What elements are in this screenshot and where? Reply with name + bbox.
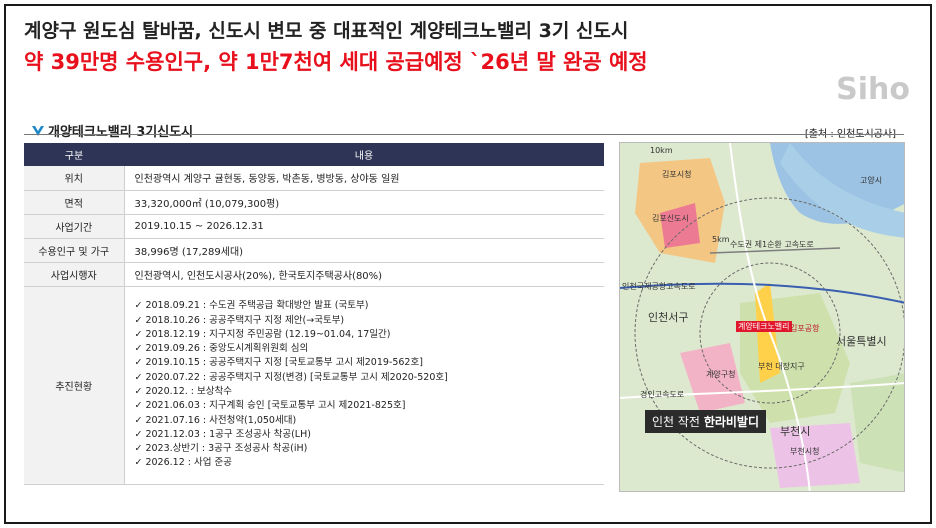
table-header-row: 구분 내용 — [24, 143, 604, 166]
progress-item-text: 2020.12. : 보상착수 — [145, 386, 232, 397]
table-row-progress: 추진현황 ✓ 2018.09.21 : 수도권 주택공급 확대방안 발표 (국토부… — [24, 286, 604, 485]
progress-item: ✓ 2018.10.26 : 공공주택지구 지정 제안(→국토부) — [135, 314, 595, 328]
row-value: 33,320,000㎡ (10,079,300평) — [124, 190, 604, 215]
source-note: [출처 : 인천도시공사] — [805, 125, 896, 140]
table-row: 위치 인천광역시 계양구 귤현동, 동양동, 박촌동, 병방동, 상야동 일원 — [24, 166, 604, 191]
section-title: 개양테크노밸리 3기신도시 — [32, 121, 193, 140]
map-label: 김포신도시 — [652, 214, 689, 223]
progress-item-text: 2018.12.19 : 지구지정 주민공람 (12.19~01.04, 17일… — [145, 328, 391, 340]
row-label: 면적 — [24, 190, 125, 215]
progress-list: ✓ 2018.09.21 : 수도권 주택공급 확대방안 발표 (국토부) ✓ 201… — [135, 299, 595, 471]
banner-highlight: 한라비발디 — [703, 415, 760, 429]
map-label: 부천시 — [780, 425, 811, 438]
banner-prefix: 인천 작전 — [652, 415, 700, 429]
table-row: 면적 33,320,000㎡ (10,079,300평) — [24, 190, 604, 215]
location-map: 김포시청 김포신도시 수도권 제1순환 고속도로 인천국제공항고속도로 인천서구… — [619, 142, 905, 492]
row-value: 2019.10.15 ~ 2026.12.31 — [124, 214, 604, 239]
map-label: 부천시청 — [790, 447, 820, 456]
map-label: 수도권 제1순환 고속도로 — [730, 240, 814, 249]
checkmark-icon: ✓ — [134, 328, 143, 340]
column-header-content: 내용 — [124, 143, 604, 166]
map-label: 부천 대장지구 — [758, 362, 805, 371]
checkmark-icon: ✓ — [134, 371, 143, 383]
watermark: Siho — [836, 72, 910, 107]
table-row: 수용인구 및 가구 38,996명 (17,289세대) — [24, 238, 604, 263]
progress-item-text: 2019.09.26 : 중앙도시계획위원회 심의 — [145, 343, 309, 355]
checkmark-icon: ✓ — [134, 457, 143, 469]
progress-item: ✓ 2021.12.03 : 1공구 조성공사 착공(LH) — [135, 428, 595, 442]
column-header-category: 구분 — [24, 143, 124, 166]
progress-item: ✓ 2026.12 : 사업 준공 — [135, 456, 595, 470]
table-row: 사업시행자 인천광역시, 인천도시공사(20%), 한국토지주택공사(80%) — [24, 262, 604, 287]
progress-item: ✓ 2020.07.22 : 공공주택지구 지정(변경) [국토교통부 고시 제2… — [135, 371, 595, 385]
checkmark-icon: ✓ — [134, 300, 143, 312]
map-label: 경인고속도로 — [640, 390, 685, 399]
map-label: 김포시청 — [662, 170, 692, 179]
progress-item-text: 2021.06.03 : 지구계획 승인 [국토교통부 고시 제2021-825… — [145, 400, 406, 412]
progress-item: ✓ 2021.06.03 : 지구계획 승인 [국토교통부 고시 제2021-82… — [135, 399, 595, 413]
checkmark-icon: ✓ — [134, 443, 143, 455]
slide-headline: 약 39만명 수용인구, 약 1만7천여 세대 공급예정 `26년 말 완공 예… — [24, 50, 648, 74]
checkmark-icon: ✓ — [134, 343, 143, 355]
row-label: 추진현황 — [24, 286, 125, 485]
progress-item-text: 2023.상반기 : 3공구 조성공사 착공(iH) — [145, 443, 308, 455]
progress-item: ✓ 2019.10.15 : 공공주택지구 지정 [국토교통부 고시 제2019-… — [135, 356, 595, 370]
progress-item-text: 2021.07.16 : 사전청약(1,050세대) — [145, 414, 297, 426]
map-label-highlight: 계양테크노밸리 — [736, 321, 792, 332]
info-table: 구분 내용 위치 인천광역시 계양구 귤현동, 동양동, 박촌동, 병방동, 상… — [24, 143, 604, 485]
progress-item-text: 2020.07.22 : 공공주택지구 지정(변경) [국토교통부 고시 제20… — [145, 371, 448, 383]
checkmark-icon: ✓ — [134, 314, 143, 326]
row-value: 인천광역시 계양구 귤현동, 동양동, 박촌동, 병방동, 상야동 일원 — [124, 166, 604, 191]
map-label: 인천서구 — [648, 311, 689, 324]
progress-item: ✓ 2020.12. : 보상착수 — [135, 385, 595, 399]
checkmark-icon: ✓ — [134, 386, 143, 397]
row-label: 수용인구 및 가구 — [24, 238, 125, 263]
progress-item: ✓ 2023.상반기 : 3공구 조성공사 착공(iH) — [135, 442, 595, 456]
map-label: 5km — [712, 235, 730, 244]
progress-item-text: 2018.09.21 : 수도권 주택공급 확대방안 발표 (국토부) — [145, 300, 369, 312]
checkmark-icon: ✓ — [134, 357, 143, 369]
progress-item-text: 2026.12 : 사업 준공 — [145, 457, 232, 469]
progress-item: ✓ 2019.09.26 : 중앙도시계획위원회 심의 — [135, 342, 595, 356]
progress-list-cell: ✓ 2018.09.21 : 수도권 주택공급 확대방안 발표 (국토부) ✓ 201… — [124, 286, 604, 485]
progress-item: ✓ 2021.07.16 : 사전청약(1,050세대) — [135, 414, 595, 428]
checkmark-icon: ✓ — [134, 428, 143, 440]
row-label: 사업시행자 — [24, 262, 125, 287]
divider — [24, 134, 904, 135]
row-label: 위치 — [24, 166, 125, 191]
progress-item-text: 2019.10.15 : 공공주택지구 지정 [국토교통부 고시 제2019-5… — [145, 357, 423, 369]
checkmark-icon: ✓ — [134, 400, 143, 412]
row-value: 인천광역시, 인천도시공사(20%), 한국토지주택공사(80%) — [124, 262, 604, 287]
map-label: 김포공항 — [790, 324, 820, 333]
progress-item-text: 2018.10.26 : 공공주택지구 지정 제안(→국토부) — [145, 314, 345, 326]
map-label: 서울특별시 — [836, 335, 887, 348]
table-row: 사업기간 2019.10.15 ~ 2026.12.31 — [24, 214, 604, 239]
section-title-text: 개양테크노밸리 3기신도시 — [48, 125, 194, 140]
location-banner: 인천 작전 한라비발디 — [645, 410, 767, 433]
progress-item: ✓ 2018.12.19 : 지구지정 주민공람 (12.19~01.04, 17… — [135, 328, 595, 342]
map-label: 계양구청 — [706, 370, 736, 379]
slide-title: 계양구 원도심 탈바꿈, 신도시 변모 중 대표적인 계양테크노밸리 3기 신도… — [24, 20, 629, 42]
row-label: 사업기간 — [24, 214, 125, 239]
checkmark-icon: ✓ — [134, 414, 143, 426]
map-label: 인천국제공항고속도로 — [622, 282, 696, 291]
progress-item: ✓ 2018.09.21 : 수도권 주택공급 확대방안 발표 (국토부) — [135, 299, 595, 313]
progress-item-text: 2021.12.03 : 1공구 조성공사 착공(LH) — [145, 428, 311, 440]
map-label: 10km — [650, 146, 673, 155]
map-label: 고양시 — [860, 176, 883, 185]
row-value: 38,996명 (17,289세대) — [124, 238, 604, 263]
